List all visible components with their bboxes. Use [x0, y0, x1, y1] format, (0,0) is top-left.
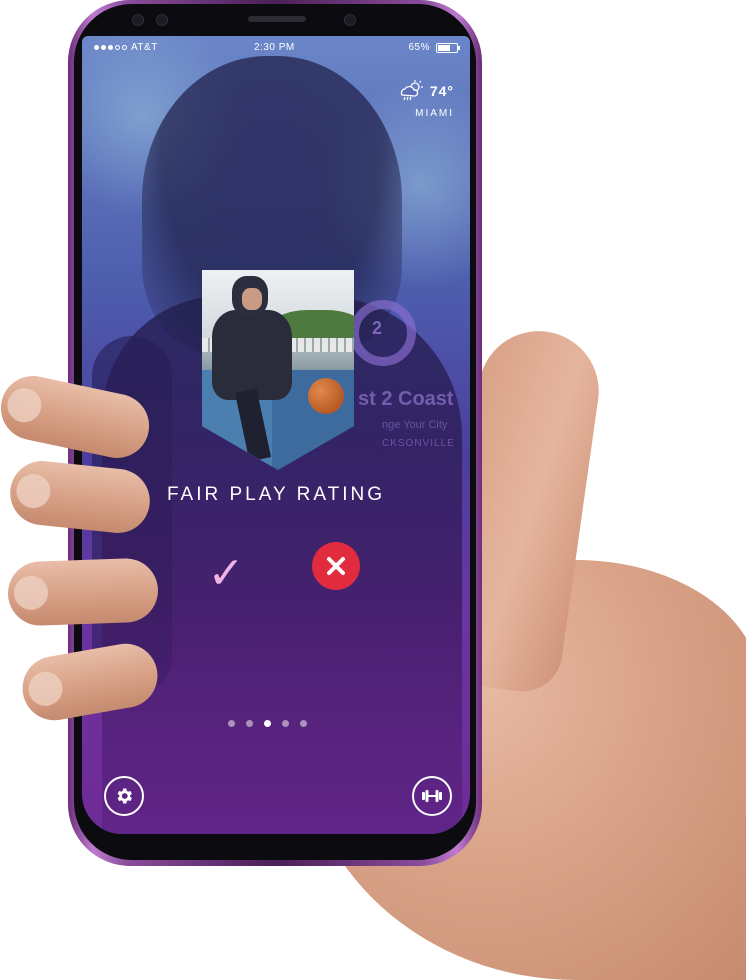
sensor-dot — [132, 14, 144, 26]
battery-icon — [436, 42, 460, 53]
weather-city: MIAMI — [415, 108, 454, 119]
hand-finger — [6, 557, 160, 627]
background-logo-tagline: nge Your City — [382, 419, 448, 431]
page-dot[interactable] — [228, 720, 235, 727]
reject-button[interactable] — [312, 542, 360, 590]
page-dot[interactable] — [300, 720, 307, 727]
approve-button[interactable]: ✓ — [206, 550, 246, 598]
page-dot[interactable] — [282, 720, 289, 727]
front-camera — [344, 14, 356, 26]
workout-button[interactable] — [412, 776, 452, 816]
check-icon: ✓ — [207, 548, 245, 599]
carrier-name: AT&T — [131, 42, 158, 53]
page-dot[interactable] — [246, 720, 253, 727]
background-logo-city: CKSONVILLE — [382, 438, 455, 449]
battery-indicator: 65% — [408, 42, 460, 53]
sensor-dot — [156, 14, 168, 26]
cloud-rain-sun-icon — [400, 80, 423, 101]
page-dot[interactable] — [264, 720, 271, 727]
carrier-indicator: AT&T — [94, 42, 158, 53]
status-bar: AT&T 2:30 PM 65% — [82, 42, 470, 58]
basketball — [308, 378, 344, 414]
signal-icon — [94, 45, 127, 50]
phone-speaker — [248, 16, 306, 22]
weather-temperature: 74° — [429, 83, 454, 99]
gear-icon — [117, 788, 132, 804]
close-icon — [327, 557, 345, 575]
background-logo-text: st 2 Coast — [358, 388, 454, 410]
page-indicator[interactable] — [228, 720, 307, 727]
weather-widget[interactable]: 74° MIAMI — [398, 80, 454, 119]
status-time: 2:30 PM — [254, 42, 295, 53]
background-logo-mark — [350, 300, 416, 366]
background-logo-number: 2 — [372, 318, 383, 338]
settings-button[interactable] — [104, 776, 144, 816]
battery-percent: 65% — [408, 42, 430, 53]
dumbbell-icon — [422, 790, 442, 802]
